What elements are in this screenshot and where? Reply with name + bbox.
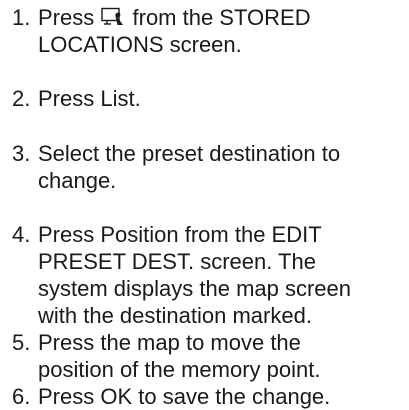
- step-number: 3.: [12, 141, 31, 166]
- step-number: 2.: [12, 86, 31, 111]
- step-line: with the destination marked.: [38, 303, 312, 328]
- step-number: 6.: [12, 384, 31, 409]
- step-line: LOCATIONS screen.: [38, 32, 242, 57]
- step-line: Press Position from the EDIT: [38, 222, 322, 247]
- step-number: 4.: [12, 222, 31, 247]
- step-line: change.: [38, 168, 117, 193]
- step-line: Select the preset destination to: [38, 141, 341, 166]
- step-number: 5.: [12, 330, 31, 355]
- step-line: Press the map to move the: [38, 330, 301, 355]
- step-text: Press Position from the EDIT PRESET DEST…: [38, 221, 408, 329]
- step-line-segment: from the STORED: [132, 5, 311, 30]
- step-number: 1.: [12, 5, 31, 30]
- step-line-segment: Press: [38, 5, 95, 30]
- step-line: PRESET DEST. screen. The: [38, 249, 316, 274]
- step-text: Press the map to move the position of th…: [38, 329, 408, 383]
- step-text: Select the preset destination to change.: [38, 140, 408, 194]
- step-text: Press OK to save the change.: [38, 383, 408, 410]
- step-line: Press OK to save the change.: [38, 384, 331, 409]
- step-line: Press from the STORED: [38, 4, 408, 31]
- step-text: Press List.: [38, 85, 408, 112]
- step-line: Press List.: [38, 86, 141, 111]
- step-text: Press from the STORED LOCATIONS screen.: [38, 4, 408, 58]
- stored-locations-icon: [101, 7, 124, 25]
- step-line: system displays the map screen: [38, 276, 352, 301]
